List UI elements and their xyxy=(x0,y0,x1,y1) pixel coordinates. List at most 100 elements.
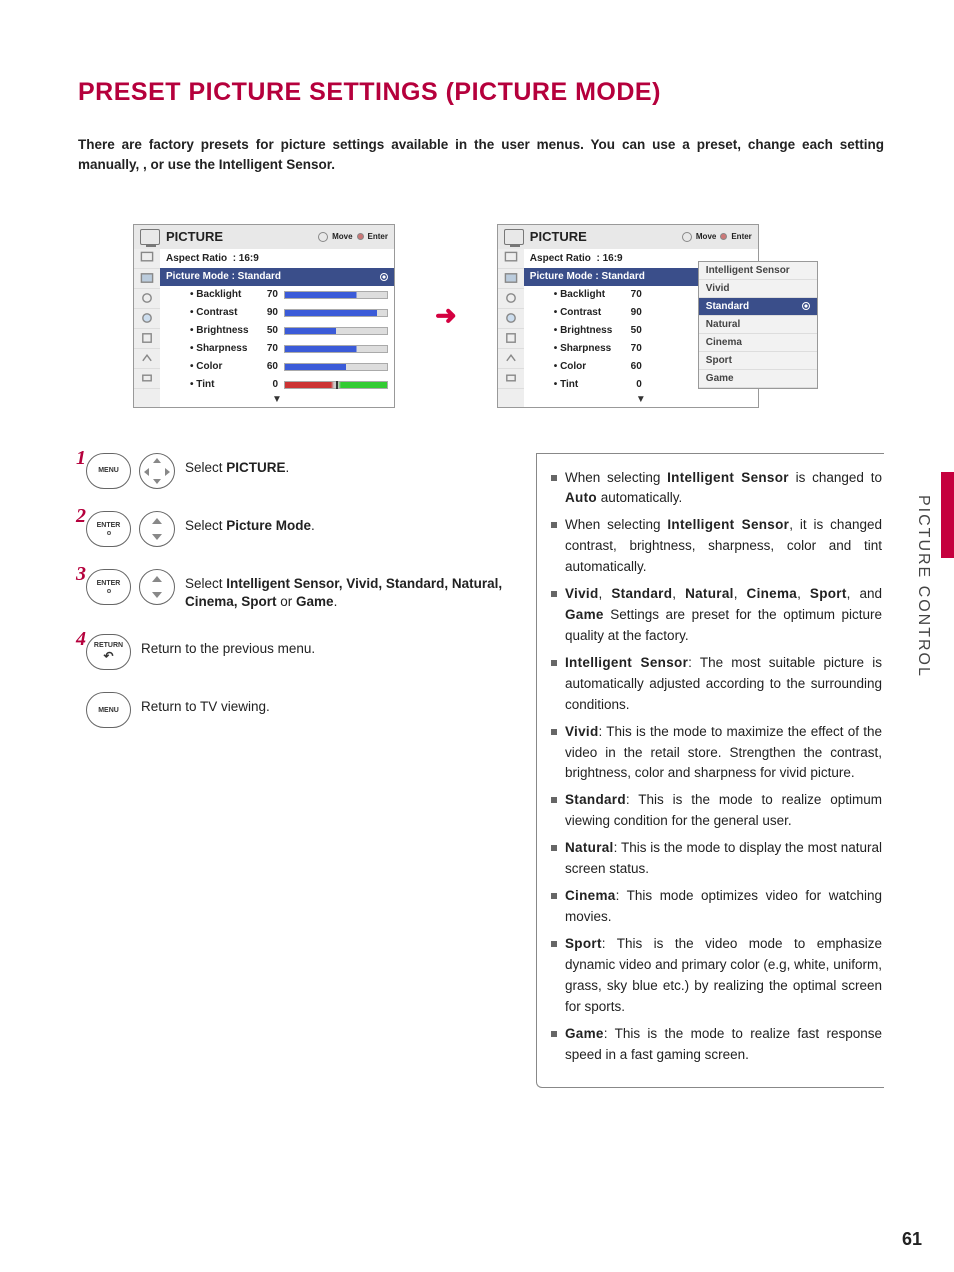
param-value: 60 xyxy=(620,361,642,372)
enter-icon xyxy=(357,233,364,240)
nav-button[interactable] xyxy=(139,569,175,605)
page-number: 61 xyxy=(902,1229,922,1250)
param-label: • Backlight xyxy=(166,289,256,300)
section-tab xyxy=(941,472,954,558)
dropdown-label: Standard xyxy=(706,301,749,312)
dropdown-label: Cinema xyxy=(706,337,742,348)
info-item: When selecting Intelligent Sensor is cha… xyxy=(551,468,882,510)
sidebar-icon xyxy=(498,269,524,289)
arrow-icon: ➜ xyxy=(435,300,457,331)
enter-icon xyxy=(720,233,727,240)
dropdown-label: Game xyxy=(706,373,734,384)
nav-icon xyxy=(318,232,328,242)
osd-row: PICTURE Move Enter xyxy=(133,224,884,408)
param-label: • Contrast xyxy=(530,307,620,318)
return-button[interactable]: RETURN↶ xyxy=(86,634,131,670)
dropdown-item: Natural xyxy=(699,316,817,334)
info-panel: When selecting Intelligent Sensor is cha… xyxy=(536,453,884,1089)
osd-param-row: • Brightness50 xyxy=(160,322,394,340)
value-bar xyxy=(284,291,388,299)
sidebar-icon xyxy=(134,249,160,269)
param-label: • Color xyxy=(530,361,620,372)
dropdown-item: Standard xyxy=(699,298,817,316)
tv-icon xyxy=(140,229,160,245)
mode-label: Picture Mode xyxy=(166,271,229,282)
info-item: Vivid: This is the mode to maximize the … xyxy=(551,722,882,785)
btn-label: ENTER xyxy=(97,580,121,587)
step-text: Select PICTURE. xyxy=(185,459,508,478)
info-item: Game: This is the mode to realize fast r… xyxy=(551,1024,882,1066)
sidebar-icon xyxy=(134,289,160,309)
step-text: Return to TV viewing. xyxy=(141,698,508,717)
sidebar-icon xyxy=(134,269,160,289)
radio-icon xyxy=(802,302,810,310)
btn-label: MENU xyxy=(98,467,119,474)
nav-button[interactable] xyxy=(139,453,175,489)
info-item: Intelligent Sensor: The most suitable pi… xyxy=(551,653,882,716)
scroll-down-icon: ▼ xyxy=(160,394,394,407)
osd-picture-mode: Picture Mode : Standard xyxy=(160,268,394,286)
param-value: 70 xyxy=(620,343,642,354)
dropdown-item: Vivid xyxy=(699,280,817,298)
dropdown-item: Cinema xyxy=(699,334,817,352)
aspect-value: : 16:9 xyxy=(233,253,259,264)
aspect-label: Aspect Ratio xyxy=(530,253,591,264)
sidebar-icon xyxy=(134,329,160,349)
btn-label: MENU xyxy=(98,707,119,714)
step-number: 4 xyxy=(76,628,86,651)
radio-icon xyxy=(380,273,388,281)
param-value: 70 xyxy=(256,289,278,300)
picture-mode-dropdown: Intelligent Sensor Vivid Standard Natural Ci… xyxy=(698,261,818,389)
dropdown-label: Vivid xyxy=(706,283,730,294)
menu-button[interactable]: MENU xyxy=(86,692,131,728)
hint-enter: Enter xyxy=(731,232,751,241)
param-label: • Contrast xyxy=(166,307,256,318)
dropdown-item: Intelligent Sensor xyxy=(699,262,817,280)
osd-param-row: • Backlight70 xyxy=(160,286,394,304)
hint-move: Move xyxy=(332,232,352,241)
value-bar xyxy=(284,309,388,317)
param-value: 0 xyxy=(256,379,278,390)
dropdown-label: Sport xyxy=(706,355,732,366)
step-number: 2 xyxy=(76,505,86,528)
param-value: 50 xyxy=(620,325,642,336)
enter-button[interactable]: ENTER xyxy=(86,511,131,547)
info-item: Vivid, Standard, Natural, Cinema, Sport,… xyxy=(551,584,882,647)
info-item: Cinema: This mode optimizes video for wa… xyxy=(551,886,882,928)
step-text: Select Intelligent Sensor, Vivid, Standa… xyxy=(185,575,508,613)
dropdown-item: Sport xyxy=(699,352,817,370)
osd-panel-right: PICTURE Move Enter xyxy=(497,224,759,408)
intro-text: There are factory presets for picture se… xyxy=(78,135,884,176)
sidebar-icon xyxy=(134,369,160,389)
enter-button[interactable]: ENTER xyxy=(86,569,131,605)
info-item: Sport: This is the video mode to emphasi… xyxy=(551,934,882,1018)
step-text: Return to the previous menu. xyxy=(141,640,508,659)
sidebar-icon xyxy=(498,309,524,329)
osd-hints: Move Enter xyxy=(682,232,752,242)
hint-move: Move xyxy=(696,232,716,241)
osd-aspect: Aspect Ratio : 16:9 xyxy=(160,249,394,268)
aspect-label: Aspect Ratio xyxy=(166,253,227,264)
dropdown-label: Natural xyxy=(706,319,740,330)
sidebar-icon xyxy=(498,329,524,349)
param-value: 0 xyxy=(620,379,642,390)
dropdown-item: Game xyxy=(699,370,817,388)
param-label: • Tint xyxy=(530,379,620,390)
osd-param-row: • Sharpness70 xyxy=(160,340,394,358)
btn-label: RETURN xyxy=(94,642,123,649)
nav-button[interactable] xyxy=(139,511,175,547)
steps-panel: 1 MENU Select PICTURE. 2 ENTER Select Pi… xyxy=(78,453,508,1089)
info-item: When selecting Intelligent Sensor, it is… xyxy=(551,515,882,578)
param-label: • Color xyxy=(166,361,256,372)
scroll-down-icon: ▼ xyxy=(524,394,758,407)
btn-label: ENTER xyxy=(97,522,121,529)
menu-button[interactable]: MENU xyxy=(86,453,131,489)
mode-label: Picture Mode xyxy=(530,271,593,282)
value-bar xyxy=(284,327,388,335)
sidebar-icon xyxy=(134,349,160,369)
osd-title: PICTURE xyxy=(166,229,318,244)
mode-value: : Standard xyxy=(595,271,644,282)
param-value: 70 xyxy=(256,343,278,354)
sidebar-icon xyxy=(498,289,524,309)
param-label: • Sharpness xyxy=(166,343,256,354)
